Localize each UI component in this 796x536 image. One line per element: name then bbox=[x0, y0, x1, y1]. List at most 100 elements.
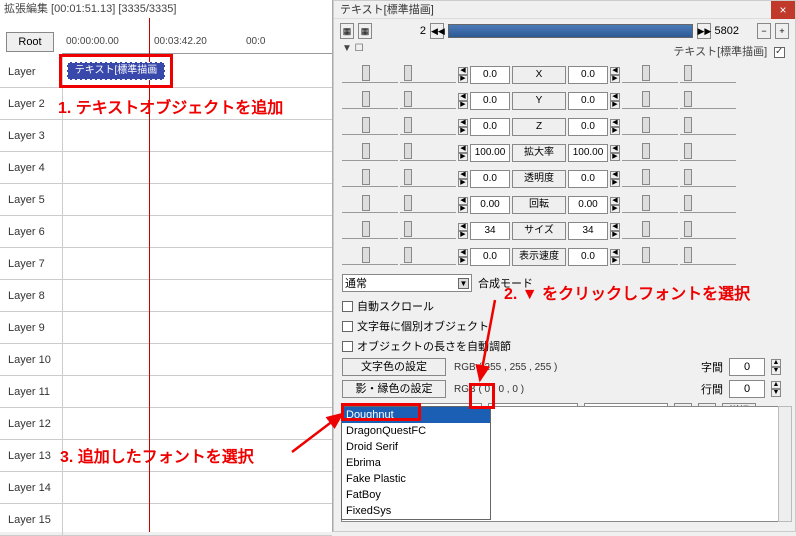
layer-track[interactable] bbox=[62, 88, 332, 119]
timeline-ruler[interactable]: 00:00:00.00 00:03:42.20 00:0 bbox=[62, 32, 332, 54]
slider-left[interactable] bbox=[342, 119, 398, 135]
font-option[interactable]: Droid Serif bbox=[342, 439, 490, 455]
layer-label[interactable]: Layer 4 bbox=[8, 156, 56, 180]
frame-minus[interactable]: − bbox=[757, 23, 771, 39]
layer-label[interactable]: Layer 13 bbox=[8, 444, 56, 468]
slider-left[interactable] bbox=[342, 171, 398, 187]
layer-track[interactable] bbox=[62, 344, 332, 375]
value-left[interactable]: 100.00 bbox=[470, 144, 510, 162]
layer-track[interactable] bbox=[62, 184, 332, 215]
spinner[interactable]: ◀▶ bbox=[458, 119, 468, 135]
slider-right2[interactable] bbox=[680, 249, 736, 265]
font-option[interactable]: Fake Plastic bbox=[342, 471, 490, 487]
toolbar-icon-2[interactable]: ▦ bbox=[358, 23, 372, 39]
slider-right[interactable] bbox=[622, 145, 678, 161]
font-option[interactable]: DragonQuestFC bbox=[342, 423, 490, 439]
layer-label[interactable]: Layer 12 bbox=[8, 412, 56, 436]
slider-right2[interactable] bbox=[680, 197, 736, 213]
param-button[interactable]: 透明度 bbox=[512, 170, 566, 188]
checkbox[interactable] bbox=[342, 321, 353, 332]
line-input[interactable]: 0 bbox=[729, 380, 765, 398]
value-left[interactable]: 0.0 bbox=[470, 170, 510, 188]
slider-right[interactable] bbox=[622, 93, 678, 109]
slider-right[interactable] bbox=[622, 119, 678, 135]
param-button[interactable]: Z bbox=[512, 118, 566, 136]
slider-right2[interactable] bbox=[680, 119, 736, 135]
slider-left2[interactable] bbox=[400, 223, 456, 239]
spinner[interactable]: ◀▶ bbox=[610, 171, 620, 187]
text-color-button[interactable]: 文字色の設定 bbox=[342, 358, 446, 376]
layer-track[interactable] bbox=[62, 472, 332, 503]
value-right[interactable]: 0.00 bbox=[568, 196, 608, 214]
spinner[interactable]: ◀▶ bbox=[610, 93, 620, 109]
font-option[interactable]: FatBoy bbox=[342, 487, 490, 503]
spinner[interactable]: ◀▶ bbox=[610, 145, 620, 161]
layer-track[interactable] bbox=[62, 440, 332, 471]
slider-right2[interactable] bbox=[680, 93, 736, 109]
slider-right[interactable] bbox=[622, 249, 678, 265]
spinner[interactable]: ◀▶ bbox=[610, 223, 620, 239]
spinner[interactable]: ◀▶ bbox=[458, 197, 468, 213]
slider-right[interactable] bbox=[622, 197, 678, 213]
spacing-input[interactable]: 0 bbox=[729, 358, 765, 376]
slider-right[interactable] bbox=[622, 223, 678, 239]
slider-left2[interactable] bbox=[400, 249, 456, 265]
layer-label[interactable]: Layer 14 bbox=[8, 476, 56, 500]
text-scrollbar[interactable] bbox=[778, 406, 792, 522]
value-left[interactable]: 0.0 bbox=[470, 92, 510, 110]
layer-label[interactable]: Layer 15 bbox=[8, 508, 56, 532]
value-right[interactable]: 100.00 bbox=[568, 144, 608, 162]
slider-right[interactable] bbox=[622, 67, 678, 83]
line-spinner[interactable]: ▲▼ bbox=[771, 381, 781, 397]
layer-label[interactable]: Layer 5 bbox=[8, 188, 56, 212]
spacing-spinner[interactable]: ▲▼ bbox=[771, 359, 781, 375]
slider-right2[interactable] bbox=[680, 171, 736, 187]
font-option[interactable]: Doughnut bbox=[342, 407, 490, 423]
layer-label[interactable]: Layer 7 bbox=[8, 252, 56, 276]
slider-right2[interactable] bbox=[680, 67, 736, 83]
layer-track[interactable] bbox=[62, 312, 332, 343]
slider-left2[interactable] bbox=[400, 93, 456, 109]
slider-left2[interactable] bbox=[400, 145, 456, 161]
spinner[interactable]: ◀▶ bbox=[610, 67, 620, 83]
frame-prev-fast[interactable]: ◀◀ bbox=[430, 23, 444, 39]
slider-left2[interactable] bbox=[400, 119, 456, 135]
value-left[interactable]: 0.0 bbox=[470, 118, 510, 136]
layer-track[interactable] bbox=[62, 504, 332, 535]
param-button[interactable]: 表示速度 bbox=[512, 248, 566, 266]
slider-left[interactable] bbox=[342, 223, 398, 239]
spinner[interactable]: ◀▶ bbox=[458, 249, 468, 265]
param-button[interactable]: Y bbox=[512, 92, 566, 110]
spinner[interactable]: ◀▶ bbox=[610, 119, 620, 135]
value-right[interactable]: 0.0 bbox=[568, 248, 608, 266]
collapse-toggle[interactable]: ▼ ☐ bbox=[342, 43, 364, 54]
slider-left2[interactable] bbox=[400, 67, 456, 83]
param-button[interactable]: X bbox=[512, 66, 566, 84]
shadow-color-button[interactable]: 影・縁色の設定 bbox=[342, 380, 446, 398]
layer-label[interactable]: Layer 8 bbox=[8, 284, 56, 308]
spinner[interactable]: ◀▶ bbox=[610, 249, 620, 265]
value-left[interactable]: 0.0 bbox=[470, 248, 510, 266]
layer-track[interactable] bbox=[62, 408, 332, 439]
frame-next-fast[interactable]: ▶▶ bbox=[697, 23, 711, 39]
slider-left2[interactable] bbox=[400, 197, 456, 213]
value-right[interactable]: 0.0 bbox=[568, 118, 608, 136]
frame-slider[interactable] bbox=[448, 24, 693, 38]
param-button[interactable]: 拡大率 bbox=[512, 144, 566, 162]
toolbar-icon-1[interactable]: ▦ bbox=[340, 23, 354, 39]
playhead[interactable] bbox=[149, 18, 150, 532]
slider-left[interactable] bbox=[342, 145, 398, 161]
close-button[interactable]: × bbox=[771, 1, 795, 19]
value-left[interactable]: 34 bbox=[470, 222, 510, 240]
layer-label[interactable]: Layer 11 bbox=[8, 380, 56, 404]
layer-label[interactable]: Layer bbox=[8, 60, 56, 84]
spinner[interactable]: ◀▶ bbox=[458, 223, 468, 239]
frame-plus[interactable]: + bbox=[775, 23, 789, 39]
slider-left[interactable] bbox=[342, 93, 398, 109]
text-clip[interactable]: テキスト[標準描画 bbox=[67, 62, 165, 80]
layer-track[interactable] bbox=[62, 248, 332, 279]
value-right[interactable]: 0.0 bbox=[568, 92, 608, 110]
section-enable-checkbox[interactable] bbox=[774, 47, 785, 58]
spinner[interactable]: ◀▶ bbox=[458, 67, 468, 83]
layer-label[interactable]: Layer 2 bbox=[8, 92, 56, 116]
